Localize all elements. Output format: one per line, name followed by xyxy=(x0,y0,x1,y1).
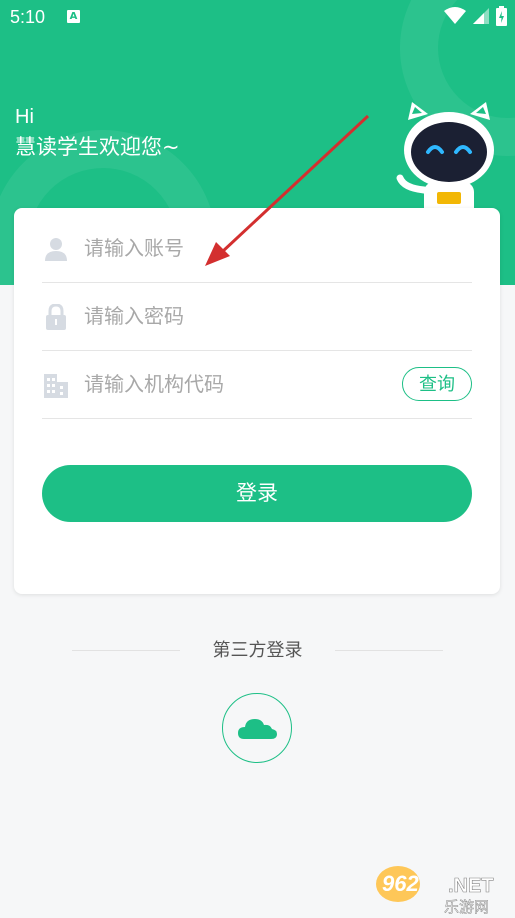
svg-text:962: 962 xyxy=(382,871,419,896)
notification-icon: A xyxy=(67,10,80,23)
login-card: 请输入账号 请输入密码 请输入机构代码 查询 登录 xyxy=(14,208,500,594)
svg-text:.NET: .NET xyxy=(448,875,494,897)
third-party-label: 第三方登录 xyxy=(212,640,303,661)
status-bar: 5:10 A xyxy=(0,0,515,36)
password-input[interactable]: 请输入密码 xyxy=(84,282,184,350)
building-icon xyxy=(44,374,68,398)
watermark-logo-icon: 962 .NET 乐游网 xyxy=(376,866,494,916)
site-watermark: 962 .NET 乐游网 xyxy=(374,862,512,916)
cloud-icon xyxy=(238,719,277,739)
org-code-row[interactable]: 请输入机构代码 查询 xyxy=(42,350,472,419)
battery-icon xyxy=(496,6,507,26)
password-row[interactable]: 请输入密码 xyxy=(42,282,472,351)
wifi-icon xyxy=(444,7,466,24)
signal-icon xyxy=(473,8,489,24)
status-time: 5:10 xyxy=(10,7,46,27)
org-code-input[interactable]: 请输入机构代码 xyxy=(84,350,224,418)
greeting: Hi 慧读学生欢迎您~ xyxy=(15,104,180,162)
third-party-divider: 第三方登录 xyxy=(0,636,515,666)
login-button[interactable]: 登录 xyxy=(42,465,472,522)
user-icon xyxy=(45,238,67,261)
cloud-login-button[interactable] xyxy=(222,693,292,763)
greeting-hi: Hi xyxy=(15,106,34,128)
robot-mascot-icon xyxy=(396,102,494,220)
svg-text:乐游网: 乐游网 xyxy=(444,898,489,914)
account-input[interactable]: 请输入账号 xyxy=(84,214,184,282)
query-button[interactable]: 查询 xyxy=(402,367,472,401)
lock-icon xyxy=(46,304,66,330)
account-row[interactable]: 请输入账号 xyxy=(42,214,472,283)
greeting-welcome: 慧读学生欢迎您~ xyxy=(15,135,180,159)
